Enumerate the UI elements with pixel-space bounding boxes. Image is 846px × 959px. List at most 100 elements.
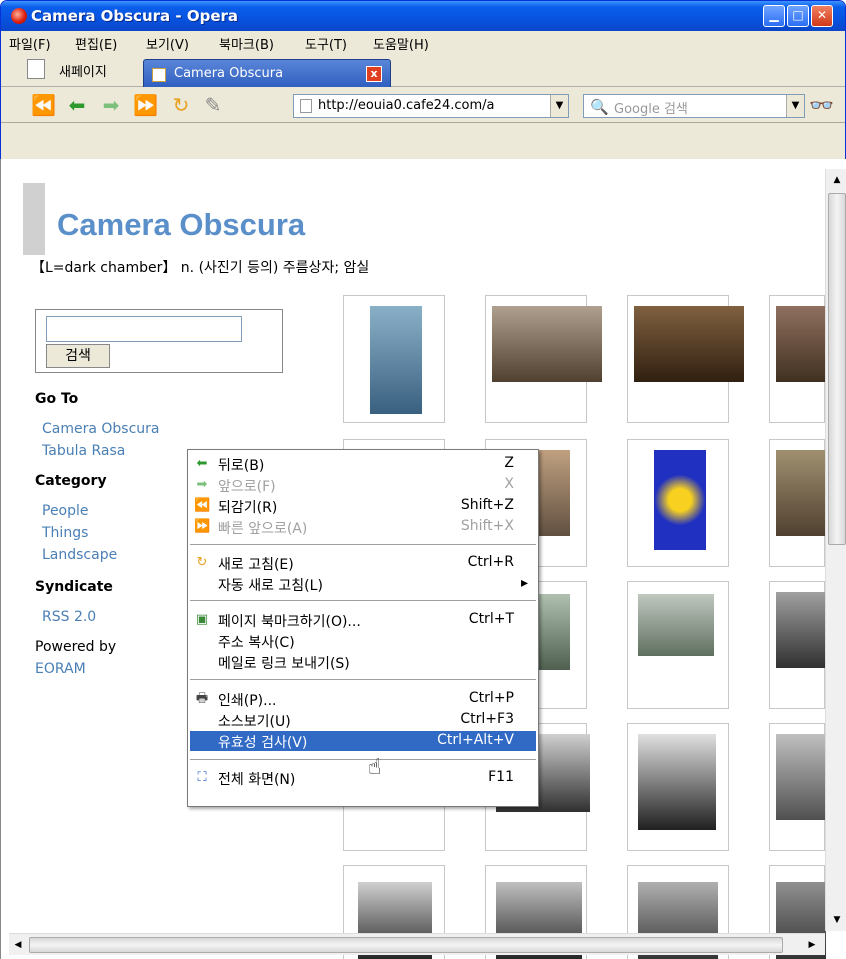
menu-item-shortcut: Z bbox=[504, 455, 514, 471]
menu-item-print[interactable]: 🖶 인쇄(P)... Ctrl+P bbox=[188, 689, 538, 709]
minimize-button[interactable]: ▁ bbox=[763, 5, 785, 27]
scroll-left-icon[interactable]: ◀ bbox=[9, 936, 27, 954]
menu-item-shortcut: Ctrl+R bbox=[467, 554, 514, 570]
menu-item-bookmark-page[interactable]: ▣ 페이지 북마크하기(O)... Ctrl+T bbox=[188, 610, 538, 630]
photo-thumbnail[interactable] bbox=[769, 295, 826, 423]
back-icon: ⬅ bbox=[196, 456, 208, 471]
category-heading: Category bbox=[35, 473, 107, 489]
rewind-icon[interactable]: ⏪ bbox=[31, 94, 56, 118]
menu-item-rewind[interactable]: ⏪ 되감기(R) Shift+Z bbox=[188, 496, 538, 516]
goto-heading: Go To bbox=[35, 391, 79, 407]
menu-item-label: 뒤로(B) bbox=[218, 458, 265, 474]
close-button[interactable]: ✕ bbox=[811, 5, 833, 27]
menu-item-view-source[interactable]: 소스보기(U) Ctrl+F3 bbox=[188, 710, 538, 730]
scroll-thumb[interactable] bbox=[29, 937, 783, 953]
fast-forward-icon[interactable]: ⏩ bbox=[133, 94, 158, 118]
menu-item-back[interactable]: ⬅ 뒤로(B) Z bbox=[188, 454, 538, 474]
tab-camera-obscura[interactable]: Camera Obscura x bbox=[143, 59, 391, 87]
photo-thumbnail[interactable] bbox=[627, 581, 729, 709]
photo-thumbnail[interactable] bbox=[769, 581, 826, 709]
address-input[interactable]: http://eouia0.cafe24.com/a bbox=[318, 98, 494, 113]
reload-icon: ↻ bbox=[196, 555, 208, 570]
edit-icon[interactable]: ✎ bbox=[201, 94, 225, 118]
maximize-button[interactable]: □ bbox=[787, 5, 809, 27]
menu-separator bbox=[190, 679, 536, 680]
search-field[interactable]: 🔍 Google 검색 ▼ bbox=[583, 94, 805, 118]
close-tab-icon[interactable]: x bbox=[366, 66, 382, 82]
link-camera-obscura[interactable]: Camera Obscura bbox=[42, 421, 160, 437]
new-page-button[interactable]: 새페이지 bbox=[27, 59, 139, 81]
menu-item-mail-link[interactable]: 메일로 링크 보내기(S) bbox=[188, 652, 538, 672]
bookmark-icon: ▣ bbox=[195, 612, 209, 627]
photo-thumbnail[interactable] bbox=[627, 439, 729, 567]
menu-item-label: 자동 새로 고침(L) bbox=[218, 578, 323, 594]
page-icon bbox=[152, 68, 166, 82]
tab-bar: 새페이지 Camera Obscura x 🗑▾ bbox=[1, 53, 845, 123]
menu-separator bbox=[190, 759, 536, 760]
forward-icon: ➡ bbox=[196, 477, 208, 492]
link-eoram[interactable]: EORAM bbox=[35, 661, 86, 677]
menu-item-shortcut: X bbox=[504, 476, 514, 492]
scroll-up-icon[interactable]: ▲ bbox=[828, 171, 846, 189]
glasses-icon[interactable]: 👓 bbox=[809, 93, 834, 117]
menu-item-copy-address[interactable]: 주소 복사(C) bbox=[188, 631, 538, 651]
menu-item-shortcut: Shift+X bbox=[460, 518, 514, 534]
search-button[interactable]: 검색 bbox=[46, 344, 110, 368]
photo-thumbnail[interactable] bbox=[769, 439, 826, 567]
scroll-right-icon[interactable]: ▶ bbox=[803, 936, 821, 954]
rewind-icon: ⏪ bbox=[194, 498, 211, 513]
syndicate-heading: Syndicate bbox=[35, 579, 113, 595]
scroll-thumb[interactable] bbox=[828, 193, 846, 545]
menu-item-label: 되감기(R) bbox=[218, 500, 278, 516]
menu-tools[interactable]: 도구(T) bbox=[305, 34, 347, 53]
menu-file[interactable]: 파일(F) bbox=[9, 34, 51, 53]
menu-item-auto-reload[interactable]: 자동 새로 고침(L) ▸ bbox=[188, 574, 538, 594]
new-page-label: 새페이지 bbox=[59, 65, 107, 80]
reload-icon[interactable]: ↻ bbox=[169, 94, 193, 118]
photo-thumbnail[interactable] bbox=[769, 723, 826, 851]
tab-label: Camera Obscura bbox=[174, 66, 284, 81]
fullscreen-icon: ⛶ bbox=[197, 770, 207, 785]
back-icon[interactable]: ⬅ bbox=[65, 94, 89, 118]
photo-thumbnail[interactable] bbox=[627, 295, 744, 423]
menu-item-shortcut: Ctrl+P bbox=[468, 690, 514, 706]
fast-forward-icon: ⏩ bbox=[194, 519, 211, 534]
context-menu: ⬅ 뒤로(B) Z ➡ 앞으로(F) X ⏪ 되감기(R) Shift+Z ⏩ … bbox=[187, 449, 539, 807]
menu-item-label: 인쇄(P)... bbox=[218, 693, 277, 709]
photo-thumbnail[interactable] bbox=[485, 295, 602, 423]
menu-item-fast-forward[interactable]: ⏩ 빠른 앞으로(A) Shift+X bbox=[188, 517, 538, 537]
link-things[interactable]: Things bbox=[42, 525, 88, 541]
link-landscape[interactable]: Landscape bbox=[42, 547, 117, 563]
search-input[interactable] bbox=[46, 316, 242, 342]
link-people[interactable]: People bbox=[42, 503, 89, 519]
vertical-scrollbar[interactable]: ▲ ▼ bbox=[825, 169, 846, 931]
menu-separator bbox=[190, 600, 536, 601]
menu-item-label: 메일로 링크 보내기(S) bbox=[218, 656, 350, 672]
photo-thumbnail[interactable] bbox=[627, 723, 729, 851]
chevron-down-icon[interactable]: ▼ bbox=[786, 95, 804, 117]
forward-icon[interactable]: ➡ bbox=[99, 94, 123, 118]
menu-view[interactable]: 보기(V) bbox=[146, 34, 189, 53]
menu-item-fullscreen[interactable]: ⛶ 전체 화면(N) F11 bbox=[188, 768, 538, 788]
menu-item-label: 페이지 북마크하기(O)... bbox=[218, 614, 361, 630]
link-tabula-rasa[interactable]: Tabula Rasa bbox=[42, 443, 125, 459]
hand-cursor-icon: ☝ bbox=[368, 755, 382, 780]
opera-logo-icon bbox=[11, 8, 27, 24]
menu-item-validate[interactable]: 유효성 검사(V) Ctrl+Alt+V bbox=[190, 731, 536, 751]
menu-edit[interactable]: 편집(E) bbox=[75, 34, 117, 53]
search-form: 검색 bbox=[35, 309, 283, 373]
link-rss[interactable]: RSS 2.0 bbox=[42, 609, 96, 625]
photo-thumbnail[interactable] bbox=[343, 295, 445, 423]
scroll-down-icon[interactable]: ▼ bbox=[828, 911, 846, 929]
menu-item-shortcut: Ctrl+F3 bbox=[460, 711, 514, 727]
menu-item-shortcut: Shift+Z bbox=[460, 497, 514, 513]
menu-bookmarks[interactable]: 북마크(B) bbox=[219, 34, 274, 53]
chevron-down-icon[interactable]: ▼ bbox=[550, 95, 568, 117]
site-description: 【L=dark chamber】 n. (사진기 등의) 주름상자; 암실 bbox=[31, 260, 370, 276]
print-icon: 🖶 bbox=[195, 691, 209, 706]
menu-help[interactable]: 도움말(H) bbox=[373, 34, 429, 53]
menu-item-reload[interactable]: ↻ 새로 고침(E) Ctrl+R bbox=[188, 553, 538, 573]
address-bar[interactable]: http://eouia0.cafe24.com/a ▼ bbox=[293, 94, 569, 118]
menu-item-forward[interactable]: ➡ 앞으로(F) X bbox=[188, 475, 538, 495]
horizontal-scrollbar[interactable]: ◀ ▶ bbox=[9, 933, 825, 955]
